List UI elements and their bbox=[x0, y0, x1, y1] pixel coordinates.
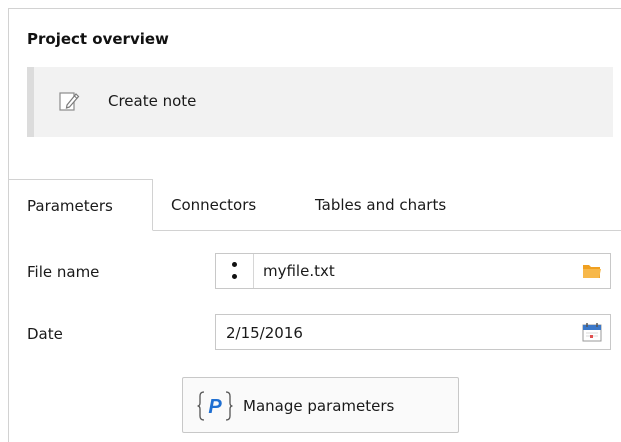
param-letter: P bbox=[208, 396, 222, 418]
file-name-field[interactable]: myfile.txt bbox=[215, 253, 611, 289]
page-title: Project overview bbox=[27, 30, 169, 48]
tab-connectors[interactable]: Connectors bbox=[153, 179, 295, 231]
parameter-icon: P bbox=[197, 391, 233, 421]
file-name-value: myfile.txt bbox=[263, 262, 335, 280]
calendar-icon[interactable] bbox=[582, 322, 602, 342]
project-panel: Project overview Create note Parameters … bbox=[8, 8, 621, 442]
create-note-bar[interactable]: Create note bbox=[27, 67, 613, 137]
parameter-menu-icon[interactable] bbox=[216, 254, 254, 288]
tab-parameters[interactable]: Parameters bbox=[9, 179, 153, 231]
tab-tables-and-charts[interactable]: Tables and charts bbox=[295, 179, 495, 231]
manage-parameters-button[interactable]: P Manage parameters bbox=[182, 377, 459, 433]
date-field[interactable]: 2/15/2016 bbox=[215, 314, 611, 350]
tab-label: Connectors bbox=[171, 196, 257, 214]
create-note-label: Create note bbox=[108, 92, 197, 110]
date-label: Date bbox=[27, 325, 63, 343]
manage-parameters-label: Manage parameters bbox=[243, 397, 395, 415]
edit-note-icon bbox=[59, 92, 80, 111]
date-value: 2/15/2016 bbox=[226, 324, 303, 342]
folder-icon[interactable] bbox=[582, 262, 602, 280]
tab-label: Tables and charts bbox=[315, 196, 447, 214]
tab-label: Parameters bbox=[27, 197, 113, 215]
file-name-label: File name bbox=[27, 263, 100, 281]
